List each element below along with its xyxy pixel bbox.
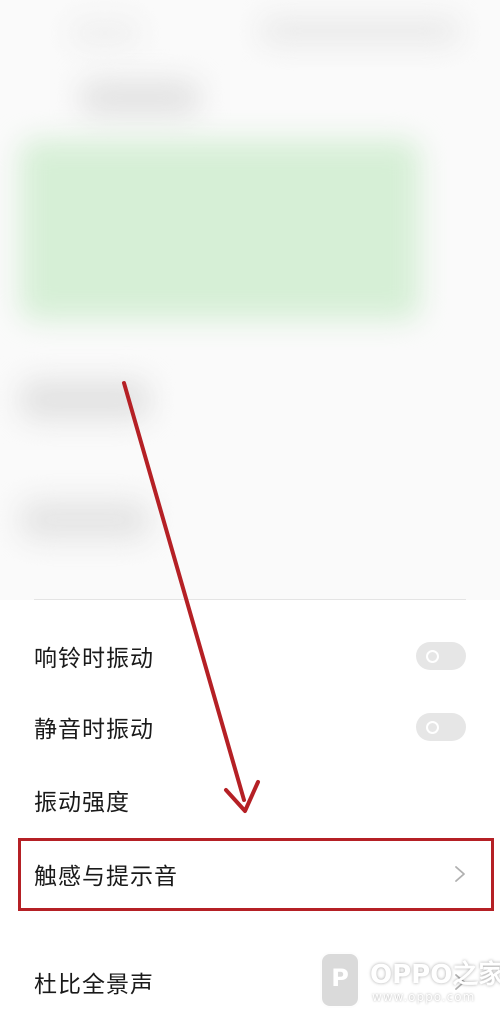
section-divider [34,599,466,600]
oppo-watermark: P OPPO之家 www.oppo.com [320,950,500,1016]
vibration-strength-label: 振动强度 [34,790,130,816]
vibrate-on-silent-label: 静音时振动 [34,717,154,743]
vibrate-on-ring-row[interactable]: 响铃时振动 [0,622,500,690]
annotation-highlight-box [18,838,494,911]
blurred-volume-card [20,140,420,320]
watermark-brand: OPPO之家 [370,960,500,990]
oppo-logo-icon: P [320,952,360,1008]
blurred-back-button [70,20,140,46]
vibrate-on-silent-row[interactable]: 静音时振动 [0,693,500,761]
blurred-section-title [80,80,200,116]
blurred-row-2 [20,500,150,540]
blurred-row-1 [20,380,150,420]
toggle-off-icon [426,721,439,734]
watermark-url: www.oppo.com [372,990,476,1004]
blurred-top-region [0,0,500,600]
vibrate-on-ring-label: 响铃时振动 [34,646,154,672]
dolby-atmos-label: 杜比全景声 [34,972,154,998]
vibrate-on-ring-toggle[interactable] [416,642,466,670]
blurred-header-text [260,18,460,44]
oppo-logo-letter: P [331,964,349,992]
toggle-off-icon [426,650,439,663]
vibrate-on-silent-toggle[interactable] [416,713,466,741]
vibration-strength-row[interactable]: 振动强度 [0,766,500,834]
